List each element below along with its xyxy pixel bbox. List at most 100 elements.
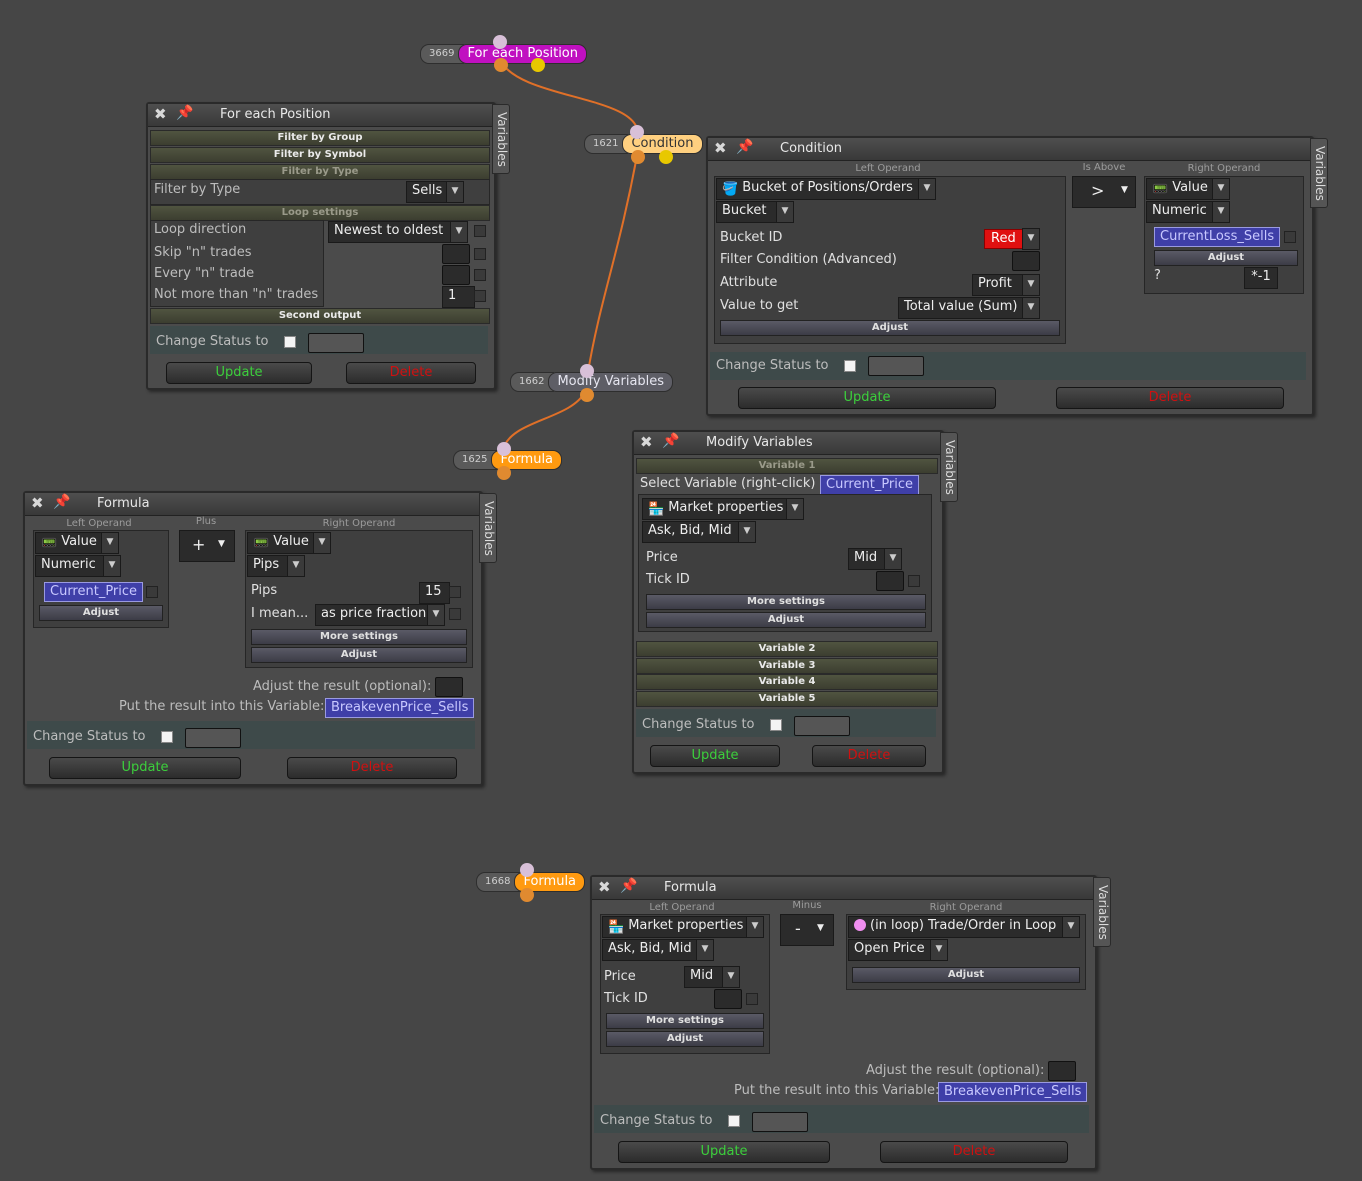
output-connector[interactable] — [497, 466, 511, 480]
tick-id-input[interactable] — [714, 989, 742, 1009]
left-sub-dropdown[interactable]: Ask, Bid, Mid — [602, 939, 699, 961]
output-connector[interactable] — [520, 888, 534, 902]
chevron-down-icon[interactable]: ▼ — [696, 939, 714, 961]
adjust-button[interactable]: Adjust — [251, 647, 467, 663]
chevron-down-icon[interactable]: ▼ — [746, 916, 764, 938]
adjust-button[interactable]: Adjust — [646, 612, 926, 628]
adjust-result-input[interactable] — [1048, 1061, 1076, 1081]
price-dropdown[interactable]: Mid — [684, 966, 723, 988]
filter-condition-input[interactable] — [1012, 251, 1040, 271]
right-variable[interactable]: CurrentLoss_Sells — [1154, 227, 1281, 247]
operator-dropdown[interactable]: + ▼ — [179, 530, 235, 562]
every-n-trade-input[interactable] — [442, 265, 470, 285]
input-connector[interactable] — [630, 125, 644, 139]
chevron-down-icon[interactable]: ▼ — [103, 555, 121, 577]
delete-button[interactable]: Delete — [880, 1141, 1068, 1163]
change-status-checkbox[interactable] — [844, 360, 856, 372]
result-variable[interactable]: BreakevenPrice_Sells — [325, 698, 475, 718]
filter-type-dropdown[interactable]: Sells — [406, 181, 447, 203]
output-connector[interactable] — [631, 150, 645, 164]
chevron-down-icon[interactable]: ▼ — [1022, 297, 1040, 319]
loop-direction-dropdown[interactable]: Newest to oldest — [328, 221, 453, 243]
update-button[interactable]: Update — [166, 362, 312, 384]
variable-4-header[interactable]: Variable 4 — [636, 674, 938, 690]
pin-icon[interactable]: 📌 — [662, 433, 679, 449]
panel-titlebar[interactable]: ✖ 📌 Formula — [25, 493, 481, 516]
adjust-result-input[interactable] — [435, 677, 463, 697]
change-status-input[interactable] — [308, 333, 364, 353]
left-source-dropdown[interactable]: 🏪 Market properties — [602, 916, 749, 938]
chevron-down-icon[interactable]: ▼ — [1212, 201, 1230, 223]
right-type-dropdown[interactable]: Numeric — [1146, 201, 1215, 223]
node-condition[interactable]: 1621 Condition — [584, 134, 703, 154]
skip-n-trades-input[interactable] — [442, 244, 470, 264]
panel-titlebar[interactable]: ✖ 📌 Condition — [708, 138, 1312, 161]
variable-1-header[interactable]: Variable 1 — [636, 458, 938, 474]
second-output-connector[interactable] — [531, 58, 545, 72]
close-icon[interactable]: ✖ — [31, 494, 44, 512]
panel-titlebar[interactable]: ✖ 📌 Modify Variables — [634, 432, 942, 455]
chevron-down-icon[interactable]: ▼ — [738, 521, 756, 543]
right-sub-dropdown[interactable]: Open Price — [848, 939, 931, 961]
delete-button[interactable]: Delete — [812, 745, 926, 767]
source-dropdown[interactable]: 🏪 Market properties — [642, 498, 789, 520]
delete-button[interactable]: Delete — [287, 757, 457, 779]
adjust-button[interactable]: Adjust — [1154, 250, 1298, 266]
variables-tab[interactable]: Variables — [1310, 138, 1328, 208]
chevron-down-icon[interactable]: ▼ — [313, 532, 331, 554]
input-connector[interactable] — [493, 35, 507, 49]
loop-settings-header[interactable]: Loop settings — [150, 205, 490, 221]
input-connector[interactable] — [497, 442, 511, 456]
left-type-dropdown[interactable]: Numeric — [35, 555, 106, 577]
chevron-down-icon[interactable]: ▼ — [101, 532, 119, 554]
variable-2-header[interactable]: Variable 2 — [636, 641, 938, 657]
chevron-down-icon[interactable]: ▼ — [450, 221, 468, 243]
change-status-checkbox[interactable] — [284, 336, 296, 348]
output-connector[interactable] — [494, 58, 508, 72]
input-connector[interactable] — [520, 863, 534, 877]
not-more-than-checkbox[interactable] — [474, 290, 486, 302]
variables-tab[interactable]: Variables — [1093, 877, 1111, 947]
pips-checkbox[interactable] — [449, 586, 461, 598]
update-button[interactable]: Update — [49, 757, 241, 779]
loop-direction-checkbox[interactable] — [474, 225, 486, 237]
chevron-down-icon[interactable]: ▼ — [1062, 916, 1080, 938]
tick-id-checkbox[interactable] — [746, 993, 758, 1005]
left-sub-dropdown[interactable]: Bucket — [716, 201, 783, 223]
chevron-down-icon[interactable]: ▼ — [776, 201, 794, 223]
close-icon[interactable]: ✖ — [598, 878, 611, 896]
every-n-trade-checkbox[interactable] — [474, 269, 486, 281]
input-connector[interactable] — [580, 364, 594, 378]
delete-button[interactable]: Delete — [346, 362, 476, 384]
filter-by-symbol-header[interactable]: Filter by Symbol — [150, 147, 490, 163]
chevron-down-icon[interactable]: ▼ — [1022, 274, 1040, 296]
change-status-input[interactable] — [868, 356, 924, 376]
more-settings-button[interactable]: More settings — [646, 594, 926, 610]
chevron-down-icon[interactable]: ▼ — [884, 548, 902, 570]
filter-by-type-header[interactable]: Filter by Type — [150, 164, 490, 180]
tick-id-input[interactable] — [876, 571, 904, 591]
chevron-down-icon[interactable]: ▼ — [427, 604, 445, 626]
chevron-down-icon[interactable]: ▼ — [930, 939, 948, 961]
more-settings-button[interactable]: More settings — [251, 629, 467, 645]
left-source-dropdown[interactable]: 🪣 Bucket of Positions/Orders — [716, 178, 921, 200]
chevron-down-icon[interactable]: ▼ — [446, 181, 464, 203]
value-to-get-dropdown[interactable]: Total value (Sum) — [898, 297, 1023, 319]
skip-n-trades-checkbox[interactable] — [474, 248, 486, 260]
change-status-input[interactable] — [794, 716, 850, 736]
chevron-down-icon[interactable]: ▼ — [1022, 228, 1040, 250]
adjust-button[interactable]: Adjust — [852, 967, 1080, 983]
sub-dropdown[interactable]: Ask, Bid, Mid — [642, 521, 741, 543]
pips-input[interactable]: 15 — [419, 582, 450, 604]
update-button[interactable]: Update — [650, 745, 780, 767]
chevron-down-icon[interactable]: ▼ — [918, 178, 936, 200]
panel-titlebar[interactable]: ✖ 📌 Formula — [592, 877, 1095, 900]
chevron-down-icon[interactable]: ▼ — [722, 966, 740, 988]
change-status-checkbox[interactable] — [161, 731, 173, 743]
variables-tab[interactable]: Variables — [492, 104, 510, 174]
variable-3-header[interactable]: Variable 3 — [636, 658, 938, 674]
operator-dropdown[interactable]: - ▼ — [780, 914, 834, 946]
change-status-checkbox[interactable] — [728, 1115, 740, 1127]
not-more-than-input[interactable]: 1 — [442, 286, 475, 308]
pin-icon[interactable]: 📌 — [736, 139, 753, 155]
